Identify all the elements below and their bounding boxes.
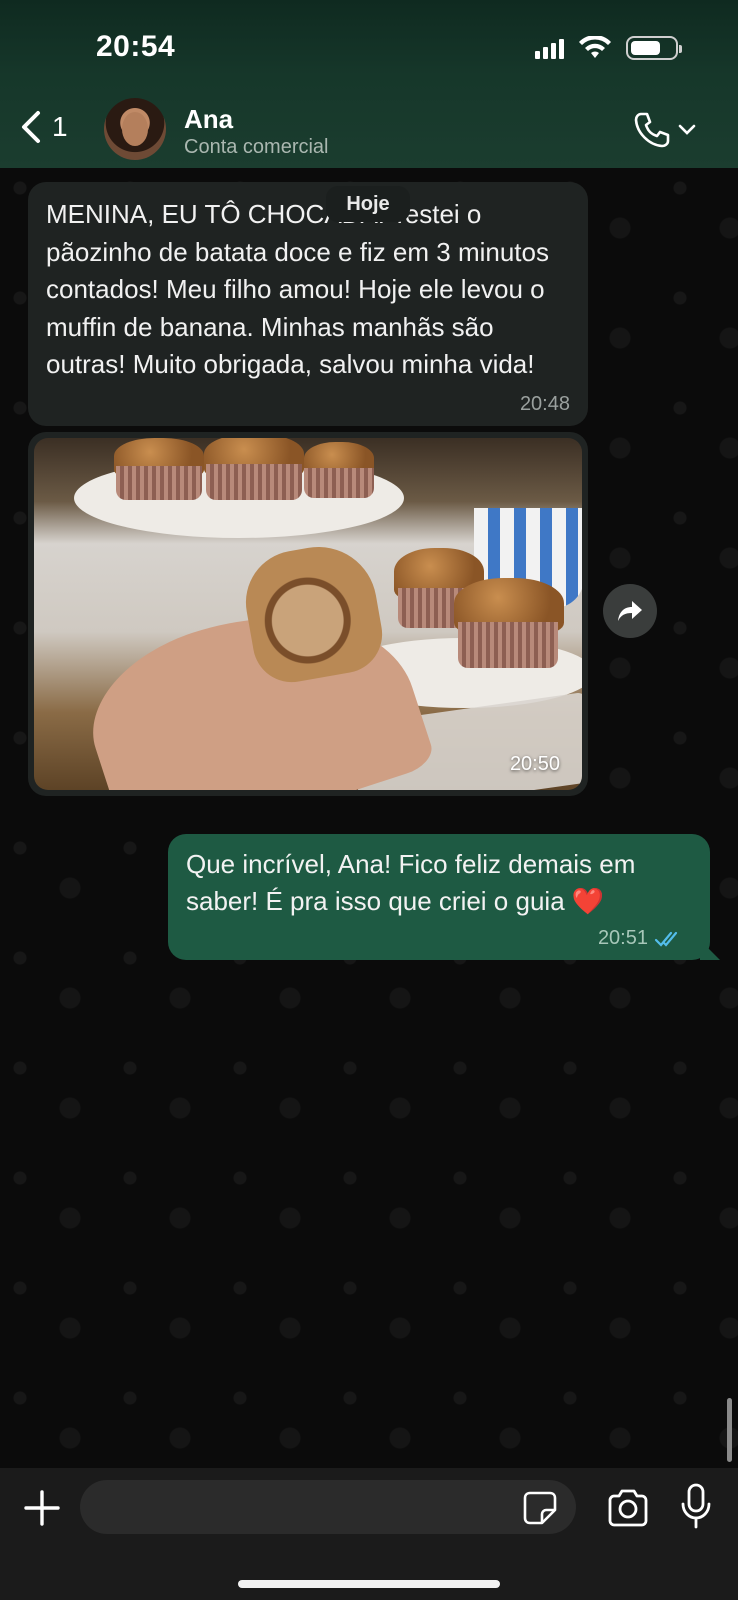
microphone-icon[interactable] (680, 1482, 712, 1530)
unread-count: 1 (52, 111, 68, 142)
outgoing-message[interactable]: Que incrível, Ana! Fico feliz demais em … (168, 834, 710, 960)
camera-icon[interactable] (606, 1488, 650, 1528)
chevron-down-icon (678, 124, 696, 135)
message-time: 20:50 (509, 753, 560, 775)
read-receipt-icon (654, 931, 678, 947)
call-button[interactable] (632, 110, 696, 150)
message-time: 20:48 (519, 393, 570, 415)
forward-icon (618, 601, 642, 621)
message-input[interactable] (80, 1480, 576, 1534)
scroll-indicator[interactable] (727, 1398, 732, 1462)
cellular-signal-icon (535, 37, 564, 59)
incoming-image-message[interactable]: 20:50 (28, 432, 588, 796)
battery-icon (626, 36, 682, 60)
message-composer (0, 1468, 738, 1600)
back-button[interactable]: 1 (20, 110, 68, 144)
incoming-message[interactable]: MENINA, EU TÔ CHOCADA! Testei o pãozinho… (28, 182, 588, 426)
message-photo[interactable]: 20:50 (34, 438, 582, 790)
contact-subtitle[interactable]: Conta comercial (184, 136, 329, 159)
plus-icon[interactable] (22, 1488, 62, 1528)
contact-avatar[interactable] (104, 98, 166, 160)
message-list[interactable]: MENINA, EU TÔ CHOCADA! Testei o pãozinho… (0, 168, 738, 1468)
chevron-left-icon (22, 111, 40, 143)
wifi-icon (579, 36, 611, 58)
sticker-icon[interactable] (522, 1490, 558, 1526)
message-time: 20:51 (597, 927, 648, 949)
message-text: Que incrível, Ana! Fico feliz demais em … (186, 849, 636, 916)
forward-button[interactable] (603, 584, 657, 638)
phone-icon (634, 112, 670, 148)
contact-name[interactable]: Ana (184, 104, 233, 135)
date-separator: Hoje (326, 186, 410, 222)
status-time: 20:54 (96, 30, 176, 63)
chat-header: 20:54 1 Ana Conta comercial (0, 0, 738, 168)
status-icons (535, 36, 682, 60)
home-indicator (238, 1580, 500, 1588)
message-text: MENINA, EU TÔ CHOCADA! Testei o pãozinho… (46, 199, 549, 379)
message-meta: 20:51 (598, 927, 682, 950)
